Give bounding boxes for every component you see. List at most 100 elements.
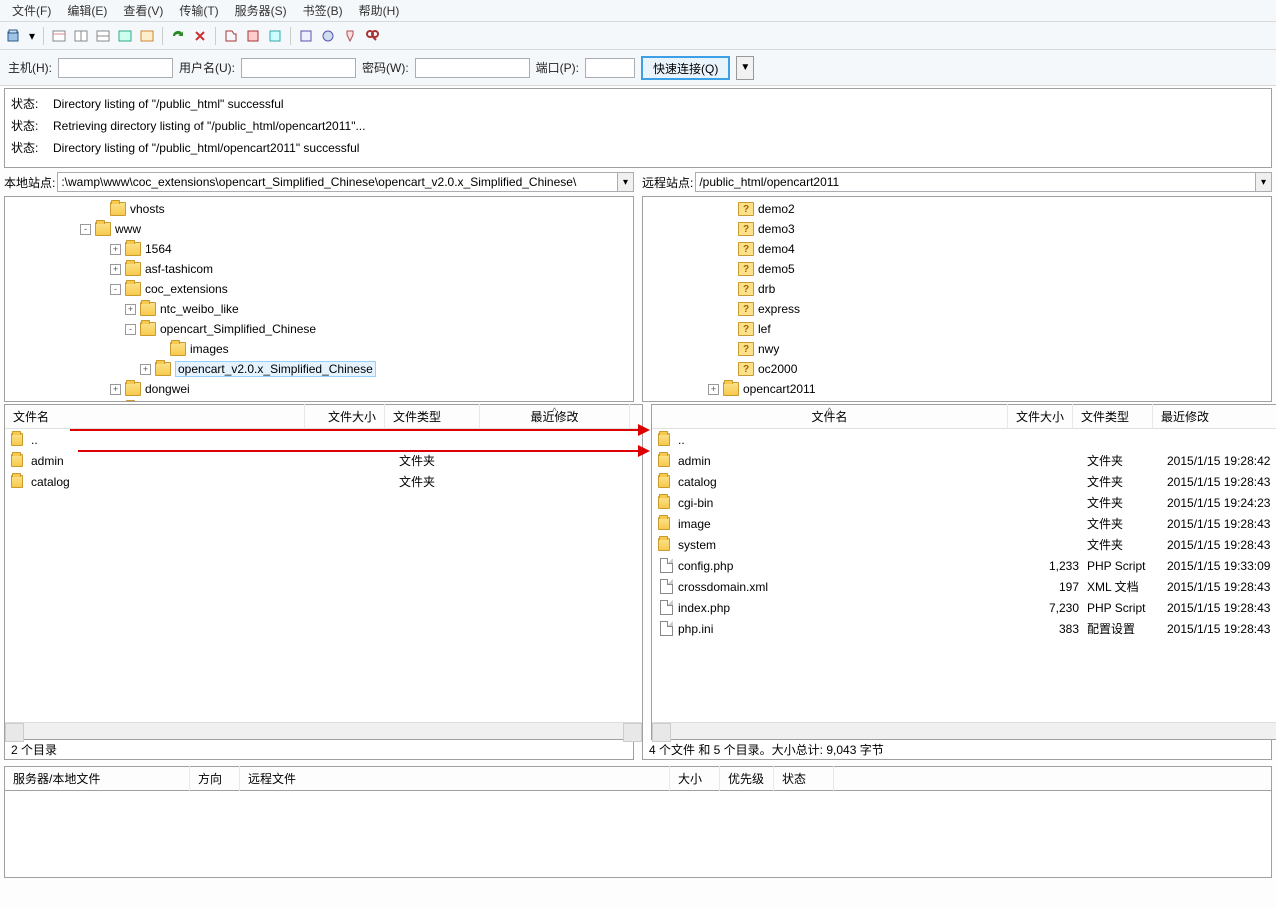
local-tree[interactable]: vhosts-www+1564+asf-tashicom-coc_extensi… [4,196,634,402]
queue-body[interactable] [4,790,1272,878]
tree-node[interactable]: -coc_extensions [5,279,633,299]
pass-input[interactable] [415,58,530,78]
site-manager-icon[interactable] [4,26,24,46]
qcol-server[interactable]: 服务器/本地文件 [5,766,190,791]
menu-server[interactable]: 服务器(S) [227,0,295,21]
toolbar-btn-1[interactable] [49,26,69,46]
expand-icon[interactable]: - [125,324,136,335]
tree-node[interactable]: ?demo3 [643,219,1271,239]
toolbar-btn-8[interactable] [265,26,285,46]
expand-icon[interactable]: - [80,224,91,235]
remote-site-label: 远程站点: [642,174,693,191]
expand-icon [723,284,734,295]
tree-node[interactable]: +ntc_weibo_like [5,299,633,319]
toolbar-btn-3[interactable] [93,26,113,46]
local-list-body[interactable]: ..admin文件夹catalog文件夹 [5,429,642,722]
tree-node[interactable]: ?demo5 [643,259,1271,279]
tree-node[interactable]: +asf-tashicom [5,259,633,279]
quickconnect-button[interactable]: 快速连接(Q) [641,56,730,80]
col-filesize[interactable]: 文件大小 [305,404,385,429]
expand-icon[interactable]: + [110,244,121,255]
menu-edit[interactable]: 编辑(E) [59,0,115,21]
col-filename[interactable]: ^文件名 [652,404,1008,429]
list-row[interactable]: catalog文件夹2015/1/15 19:28:43 [652,471,1276,492]
unknown-folder-icon: ? [738,282,754,296]
port-input[interactable] [585,58,635,78]
expand-icon[interactable]: + [110,384,121,395]
col-modified[interactable]: 最近修改 [1153,404,1276,429]
menu-file[interactable]: 文件(F) [4,0,59,21]
qcol-remote[interactable]: 远程文件 [240,766,670,791]
list-row[interactable]: catalog文件夹 [5,471,642,492]
list-row[interactable]: php.ini383配置设置2015/1/15 19:28:43 [652,618,1276,639]
tree-node[interactable]: images [5,339,633,359]
qcol-size[interactable]: 大小 [670,766,720,791]
tree-node[interactable]: +opencart_v2.0.x_Simplified_Chinese [5,359,633,379]
expand-icon[interactable]: - [110,284,121,295]
col-filetype[interactable]: 文件类型 [385,404,480,429]
tree-node[interactable]: +1564 [5,239,633,259]
toolbar-btn-7[interactable] [243,26,263,46]
user-input[interactable] [241,58,356,78]
qcol-dir[interactable]: 方向 [190,766,240,791]
host-input[interactable] [58,58,173,78]
expand-icon[interactable]: + [110,264,121,275]
find-icon[interactable] [362,26,382,46]
menu-transfer[interactable]: 传输(T) [171,0,226,21]
tree-node[interactable]: ?express [643,299,1271,319]
toolbar-btn-6[interactable] [221,26,241,46]
refresh-icon[interactable] [168,26,188,46]
col-filetype[interactable]: 文件类型 [1073,404,1153,429]
toolbar-btn-2[interactable] [71,26,91,46]
list-row[interactable]: .. [652,429,1276,450]
list-row[interactable]: crossdomain.xml197XML 文档2015/1/15 19:28:… [652,576,1276,597]
local-hscroll[interactable] [5,722,642,739]
qcol-status[interactable]: 状态 [774,766,834,791]
tree-node[interactable]: +dongwei [5,379,633,399]
remote-tree[interactable]: ?demo2?demo3?demo4?demo5?drb?express?lef… [642,196,1272,402]
qcol-prio[interactable]: 优先级 [720,766,774,791]
list-row[interactable]: config.php1,233PHP Script2015/1/15 19:33… [652,555,1276,576]
log-panel[interactable]: 状态:Directory listing of "/public_html" s… [4,88,1272,168]
remote-list-body[interactable]: ..admin文件夹2015/1/15 19:28:42catalog文件夹20… [652,429,1276,722]
remote-site-input[interactable] [695,172,1256,192]
tree-node[interactable]: ?drb [643,279,1271,299]
col-modified[interactable]: ^最近修改 [480,404,630,429]
tree-node[interactable]: -opencart_Simplified_Chinese [5,319,633,339]
tree-node[interactable]: ?nwy [643,339,1271,359]
list-row[interactable]: index.php7,230PHP Script2015/1/15 19:28:… [652,597,1276,618]
tree-node[interactable]: ?lef [643,319,1271,339]
expand-icon[interactable]: + [140,364,151,375]
toolbar-btn-10[interactable] [318,26,338,46]
menu-view[interactable]: 查看(V) [115,0,171,21]
expand-icon[interactable]: + [708,384,719,395]
list-row[interactable]: admin文件夹2015/1/15 19:28:42 [652,450,1276,471]
quickconnect-dropdown-icon[interactable]: ▼ [736,56,754,80]
remote-site-dropdown-icon[interactable]: ▾ [1256,172,1272,192]
list-row[interactable]: admin文件夹 [5,450,642,471]
menu-help[interactable]: 帮助(H) [351,0,408,21]
remote-hscroll[interactable] [652,722,1276,739]
expand-icon[interactable]: + [125,304,136,315]
tree-node[interactable]: ?oc2000 [643,359,1271,379]
tree-node[interactable]: ?demo2 [643,199,1271,219]
toolbar-btn-5[interactable] [137,26,157,46]
local-site-input[interactable] [57,172,618,192]
col-filesize[interactable]: 文件大小 [1008,404,1073,429]
tree-node[interactable]: ?demo4 [643,239,1271,259]
tree-node[interactable]: +opencart2011 [643,379,1271,399]
list-row[interactable]: image文件夹2015/1/15 19:28:43 [652,513,1276,534]
dropdown-icon[interactable]: ▾ [26,26,38,46]
menu-bookmark[interactable]: 书签(B) [295,0,351,21]
tree-node[interactable]: vhosts [5,199,633,219]
list-row[interactable]: cgi-bin文件夹2015/1/15 19:24:23 [652,492,1276,513]
col-filename[interactable]: 文件名 [5,404,305,429]
cancel-icon[interactable] [190,26,210,46]
tree-node[interactable]: -www [5,219,633,239]
local-site-dropdown-icon[interactable]: ▾ [618,172,634,192]
toolbar-btn-4[interactable] [115,26,135,46]
toolbar-btn-9[interactable] [296,26,316,46]
list-row[interactable]: .. [5,429,642,450]
toolbar-btn-11[interactable] [340,26,360,46]
list-row[interactable]: system文件夹2015/1/15 19:28:43 [652,534,1276,555]
